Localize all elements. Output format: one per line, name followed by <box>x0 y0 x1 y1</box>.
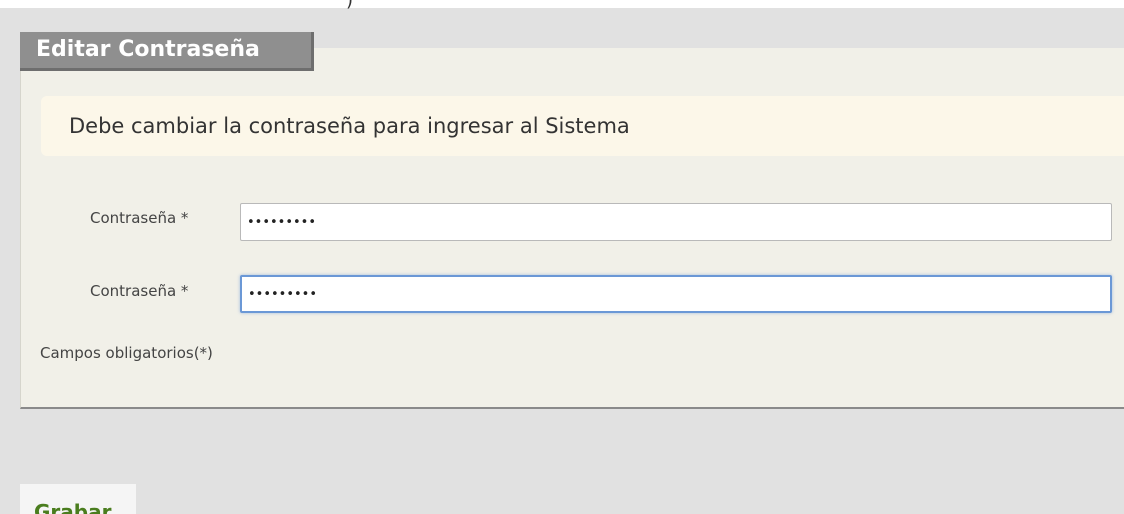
password-change-notice: Debe cambiar la contraseña para ingresar… <box>41 96 1124 156</box>
required-fields-note: Campos obligatorios(*) <box>40 344 213 362</box>
password-input[interactable] <box>240 203 1112 241</box>
cropped-header-text: ) <box>346 0 354 11</box>
confirm-password-label: Contraseña * <box>90 282 189 300</box>
password-label: Contraseña * <box>90 209 189 227</box>
panel-title: Editar Contraseña <box>20 32 314 71</box>
top-strip <box>0 0 1124 8</box>
confirm-password-input[interactable] <box>240 275 1112 313</box>
save-button[interactable]: Grabar <box>20 484 136 514</box>
